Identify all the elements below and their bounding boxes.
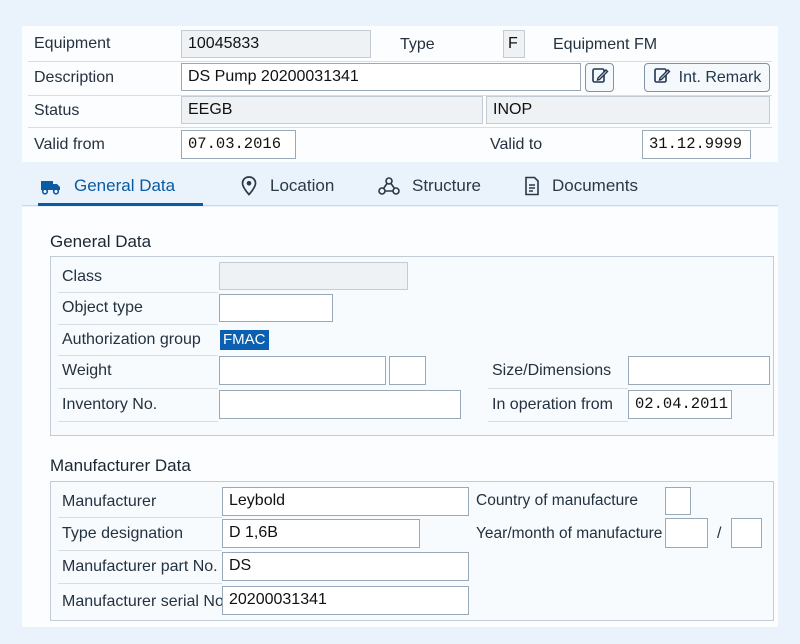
tab-general-data-label: General Data — [74, 176, 176, 195]
year-of-manufacture-field[interactable] — [665, 518, 708, 548]
manufacturer-field[interactable]: Leybold — [222, 487, 469, 516]
row-divider — [58, 388, 218, 389]
manufacturer-serial-no-field[interactable]: 20200031341 — [222, 586, 469, 615]
in-operation-from-label: In operation from — [492, 396, 613, 413]
auth-group-label: Authorization group — [62, 331, 201, 348]
row-divider — [488, 421, 628, 422]
tab-general-data[interactable]: General Data — [40, 172, 175, 200]
row-divider — [58, 355, 218, 356]
tab-documents-label: Documents — [552, 176, 638, 195]
manufacturer-label: Manufacturer — [62, 493, 157, 510]
object-type-label: Object type — [62, 299, 143, 316]
document-icon — [524, 176, 540, 196]
type-field[interactable]: F — [503, 30, 525, 58]
country-of-manufacture-label: Country of manufacture — [476, 492, 638, 509]
row-divider — [58, 292, 218, 293]
header-divider — [28, 61, 772, 62]
row-divider — [58, 550, 222, 551]
edit-icon — [591, 66, 609, 89]
tab-location[interactable]: Location — [240, 172, 334, 200]
year-month-separator: / — [717, 525, 722, 542]
manufacturer-part-no-field[interactable]: DS — [222, 552, 469, 581]
tab-documents[interactable]: Documents — [524, 172, 638, 200]
object-type-field[interactable] — [219, 294, 333, 322]
year-month-of-manufacture-label: Year/month of manufacture — [476, 525, 663, 542]
edit-description-button[interactable] — [585, 63, 614, 92]
auth-group-value: FMAC — [220, 330, 269, 350]
type-label: Type — [400, 36, 435, 53]
inventory-no-label: Inventory No. — [62, 396, 158, 413]
active-tab-indicator — [38, 203, 203, 206]
hierarchy-icon — [378, 177, 400, 195]
weight-field[interactable] — [219, 356, 386, 385]
month-of-manufacture-field[interactable] — [731, 518, 762, 548]
general-data-title: General Data — [50, 232, 152, 251]
in-operation-from-field[interactable]: 02.04.2011 — [628, 390, 732, 419]
truck-icon — [40, 177, 62, 195]
valid-from-field[interactable]: 07.03.2016 — [181, 130, 296, 159]
weight-label: Weight — [62, 362, 112, 379]
row-divider — [58, 421, 218, 422]
size-dimensions-label: Size/Dimensions — [492, 362, 612, 379]
tab-structure-label: Structure — [412, 176, 481, 195]
type-designation-field[interactable]: D 1,6B — [222, 519, 420, 548]
manufacturer-serial-no-label: Manufacturer serial No. — [62, 593, 229, 610]
row-divider — [58, 583, 222, 584]
description-field[interactable]: DS Pump 20200031341 — [181, 63, 581, 91]
equipment-screen: Equipment 10045833 Type F Equipment FM D… — [0, 0, 800, 644]
location-pin-icon — [240, 176, 258, 196]
int-remark-button[interactable]: Int. Remark — [644, 63, 770, 92]
tab-structure[interactable]: Structure — [378, 172, 481, 200]
valid-to-label: Valid to — [490, 136, 543, 153]
auth-group-field[interactable]: FMAC — [219, 326, 275, 354]
size-dimensions-field[interactable] — [628, 356, 770, 385]
manufacturer-data-title: Manufacturer Data — [50, 456, 191, 475]
description-label: Description — [34, 69, 115, 86]
row-divider — [488, 388, 628, 389]
weight-unit-field[interactable] — [389, 356, 426, 385]
header-divider — [28, 127, 772, 128]
system-status-field[interactable]: EEGB — [181, 96, 483, 124]
inventory-no-field[interactable] — [219, 390, 461, 419]
valid-from-label: Valid from — [34, 136, 105, 153]
row-divider — [58, 324, 218, 325]
status-label: Status — [34, 102, 80, 119]
int-remark-label: Int. Remark — [678, 68, 762, 86]
equipment-type-text: Equipment FM — [553, 36, 658, 53]
class-field[interactable] — [219, 262, 408, 290]
country-of-manufacture-field[interactable] — [665, 487, 691, 515]
equipment-label: Equipment — [34, 35, 111, 52]
class-label: Class — [62, 268, 103, 285]
row-divider — [58, 517, 222, 518]
valid-to-field[interactable]: 31.12.9999 — [642, 130, 751, 159]
edit-icon — [653, 66, 671, 89]
manufacturer-part-no-label: Manufacturer part No. — [62, 558, 218, 575]
tab-location-label: Location — [270, 176, 335, 195]
user-status-field[interactable]: INOP — [486, 96, 770, 124]
type-designation-label: Type designation — [62, 525, 183, 542]
equipment-field[interactable]: 10045833 — [181, 30, 371, 58]
